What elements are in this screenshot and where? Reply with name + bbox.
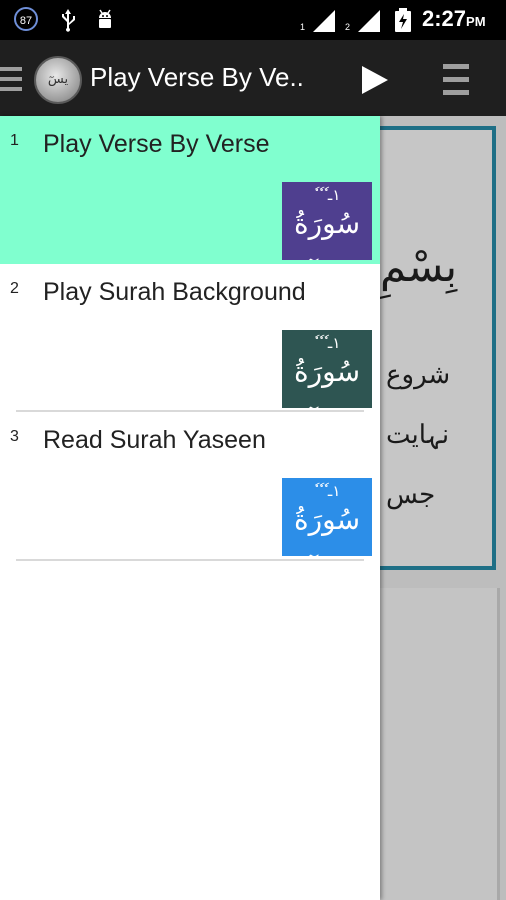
app-logo[interactable]: يسٓ [34, 56, 82, 104]
clock-ampm: PM [466, 14, 486, 29]
bismillah-text: بِسْمِ [380, 242, 458, 291]
item-number: 1 [10, 132, 19, 149]
thumb-text: سُورَةُ يسٓ [293, 503, 361, 556]
signal-1-icon [313, 10, 335, 32]
divider [16, 559, 364, 561]
drawer-item-read-surah-yaseen[interactable]: 3 Read Surah Yaseen ٗ ٗ ٗ ١ـ سُورَةُ يسٓ [0, 412, 380, 560]
action-bar: يسٓ Play Verse By Ve.. [0, 40, 506, 116]
content-line-3: نہایت [386, 420, 450, 450]
thumb-diacritics: ٗ ٗ ٗ ١ـ [313, 482, 341, 500]
status-bar: 87 1 2 2:27PM [0, 0, 506, 40]
content-card: بِسْمِ شروع نہایت جس [380, 126, 496, 570]
drawer-item-play-surah-background[interactable]: 2 Play Surah Background ٗ ٗ ٗ ١ـ سُورَةُ… [0, 264, 380, 412]
thumb-diacritics: ٗ ٗ ٗ ١ـ [313, 186, 341, 204]
page-title: Play Verse By Ve.. [90, 62, 304, 92]
drawer-menu-icon[interactable] [0, 64, 22, 94]
clock: 2:27PM [422, 6, 486, 32]
surah-yaseen-thumbnail: ٗ ٗ ٗ ١ـ سُورَةُ يسٓ [282, 182, 372, 260]
item-label: Play Surah Background [43, 278, 306, 306]
content-card-2 [380, 588, 500, 900]
content-line-2: شروع [386, 360, 451, 390]
surah-yaseen-thumbnail: ٗ ٗ ٗ ١ـ سُورَةُ يسٓ [282, 478, 372, 556]
surah-yaseen-thumbnail: ٗ ٗ ٗ ١ـ سُورَةُ يسٓ [282, 330, 372, 408]
item-number: 3 [10, 428, 19, 445]
android-debug-icon [99, 9, 111, 28]
thumb-text: سُورَةُ يسٓ [293, 355, 361, 408]
notification-count-badge: 87 [14, 7, 38, 31]
item-number: 2 [10, 280, 19, 297]
overflow-menu-icon[interactable] [443, 62, 469, 98]
drawer-item-play-verse-by-verse[interactable]: 1 Play Verse By Verse ٗ ٗ ٗ ١ـ سُورَةُ ي… [0, 116, 380, 264]
thumb-text: سُورَةُ يسٓ [293, 207, 361, 260]
item-label: Play Verse By Verse [43, 130, 270, 158]
thumb-diacritics: ٗ ٗ ٗ ١ـ [313, 334, 341, 352]
signal-2-icon [358, 10, 380, 32]
play-icon[interactable] [358, 64, 390, 96]
clock-time: 2:27 [422, 6, 467, 31]
content-line-4: جس [386, 480, 436, 510]
navigation-drawer: 1 Play Verse By Verse ٗ ٗ ٗ ١ـ سُورَةُ ي… [0, 116, 380, 900]
app-logo-text: يسٓ [47, 72, 69, 87]
usb-icon [62, 9, 75, 32]
item-label: Read Surah Yaseen [43, 426, 266, 454]
battery-charging-icon [395, 8, 411, 32]
